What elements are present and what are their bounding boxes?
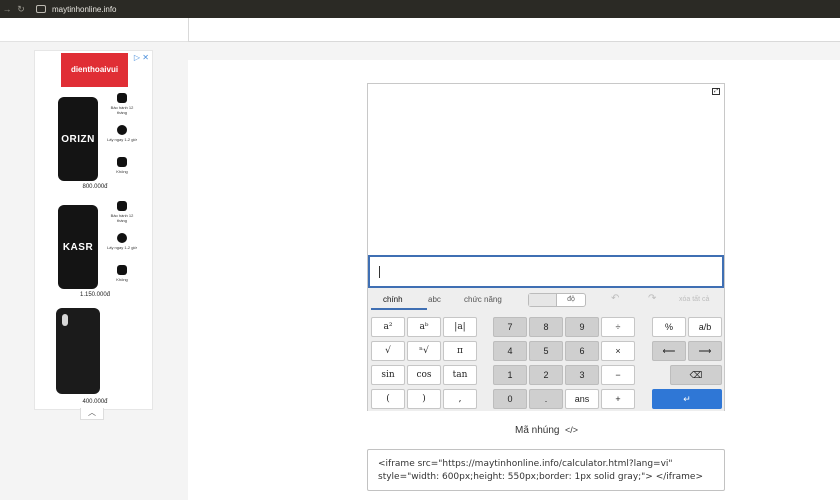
reload-icon[interactable]: ↻ <box>14 4 28 15</box>
key-cos[interactable]: cos <box>407 365 441 385</box>
ad-product-image[interactable] <box>56 308 100 394</box>
page: dienthoaivui ▷ ✕ ORIZN Bảo hành 12 tháng… <box>0 18 840 500</box>
key-fraction[interactable]: a/b <box>688 317 722 337</box>
key-9[interactable]: 9 <box>565 317 599 337</box>
text-caret <box>379 266 380 278</box>
key-cursor-left[interactable]: ⟵ <box>652 341 686 361</box>
key-4[interactable]: 4 <box>493 341 527 361</box>
key-abs[interactable]: |a| <box>443 317 477 337</box>
angle-mode-toggle[interactable]: độ <box>528 293 586 307</box>
toggle-degree-segment[interactable]: độ <box>557 294 585 306</box>
key-decimal[interactable]: . <box>529 389 563 409</box>
key-nth-root[interactable]: ⁿ√ <box>407 341 441 361</box>
key-divide[interactable]: ÷ <box>601 317 635 337</box>
browser-bar: → ↻ maytinhonline.info <box>0 0 840 18</box>
ad-feature: Bảo hành 12 tháng <box>107 201 137 223</box>
key-minus[interactable]: − <box>601 365 635 385</box>
address-bar-url[interactable]: maytinhonline.info <box>52 5 116 14</box>
clock-icon <box>117 125 127 135</box>
lock-icon <box>117 265 127 275</box>
shield-icon <box>117 201 127 211</box>
key-ans[interactable]: ans <box>565 389 599 409</box>
enter-button[interactable]: ↵ <box>652 389 722 409</box>
site-info-icon[interactable] <box>36 5 46 13</box>
expand-icon[interactable]: ⤢ <box>712 88 720 95</box>
key-cursor-right[interactable]: ⟶ <box>688 341 722 361</box>
ad-feature: Không <box>107 157 137 174</box>
redo-icon[interactable]: ↷ <box>648 293 656 304</box>
calculator-widget: ⤢ chính abc chức năng độ ↶ ↷ xóa tất cả … <box>367 83 725 411</box>
tab-main[interactable]: chính <box>383 295 403 304</box>
key-tan[interactable]: tan <box>443 365 477 385</box>
embed-code-textarea[interactable]: <iframe src="https://maytinhonline.info/… <box>367 449 725 491</box>
key-6[interactable]: 6 <box>565 341 599 361</box>
clear-all-button[interactable]: xóa tất cả <box>679 296 709 303</box>
embed-code-line: <iframe src="https://maytinhonline.info/… <box>378 459 673 469</box>
embed-code-label: Mã nhúng <box>515 425 560 436</box>
clock-icon <box>117 233 127 243</box>
key-sqrt[interactable]: √ <box>371 341 405 361</box>
header-right <box>188 18 840 42</box>
code-icon[interactable]: </> <box>565 425 578 435</box>
toggle-off-segment[interactable] <box>529 294 558 306</box>
backspace-button[interactable]: ⌫ <box>670 365 722 385</box>
key-power[interactable]: aᵇ <box>407 317 441 337</box>
key-1[interactable]: 1 <box>493 365 527 385</box>
ad-price: 800.000đ <box>82 184 108 190</box>
ad-feature: Lấy ngay 1-2 giờ <box>107 125 137 142</box>
ad-price: 1.150.000đ <box>79 292 111 298</box>
undo-icon[interactable]: ↶ <box>611 293 619 304</box>
key-percent[interactable]: % <box>652 317 686 337</box>
lock-icon <box>117 157 127 167</box>
ad-feature: Lấy ngay 1-2 giờ <box>107 233 137 250</box>
key-square[interactable]: a² <box>371 317 405 337</box>
active-tab-indicator <box>371 308 427 310</box>
calculator-keyboard: chính abc chức năng độ ↶ ↷ xóa tất cả a²… <box>368 288 724 411</box>
key-close-paren[interactable]: ) <box>407 389 441 409</box>
ad-collapse-chevron-icon[interactable]: ︿ <box>80 408 104 420</box>
key-pi[interactable]: π <box>443 341 477 361</box>
embed-code-line: style="width: 600px;height: 550px;border… <box>378 472 704 482</box>
key-multiply[interactable]: × <box>601 341 635 361</box>
header-left <box>0 18 188 42</box>
ad-price: 400.000đ <box>82 399 108 405</box>
ad-brand-logo[interactable]: dienthoaivui <box>61 53 128 87</box>
ad-choices-icon[interactable]: ▷ ✕ <box>134 53 149 62</box>
ad-product-image[interactable]: ORIZN <box>58 97 98 181</box>
shield-icon <box>117 93 127 103</box>
key-plus[interactable]: + <box>601 389 635 409</box>
key-2[interactable]: 2 <box>529 365 563 385</box>
tab-functions[interactable]: chức năng <box>464 295 502 304</box>
camera-icon <box>62 314 68 326</box>
calculator-input[interactable] <box>368 255 724 288</box>
ad-feature: Bảo hành 12 tháng <box>107 93 137 115</box>
key-3[interactable]: 3 <box>565 365 599 385</box>
tab-abc[interactable]: abc <box>428 295 441 304</box>
key-comma[interactable]: , <box>443 389 477 409</box>
ad-product-image[interactable]: KASR <box>58 205 98 289</box>
ad-banner[interactable]: dienthoaivui ▷ ✕ ORIZN Bảo hành 12 tháng… <box>34 50 153 410</box>
key-open-paren[interactable]: ( <box>371 389 405 409</box>
key-5[interactable]: 5 <box>529 341 563 361</box>
key-sin[interactable]: sin <box>371 365 405 385</box>
ad-feature: Không <box>107 265 137 282</box>
key-8[interactable]: 8 <box>529 317 563 337</box>
key-7[interactable]: 7 <box>493 317 527 337</box>
key-0[interactable]: 0 <box>493 389 527 409</box>
back-arrow-icon[interactable]: → <box>0 4 14 14</box>
